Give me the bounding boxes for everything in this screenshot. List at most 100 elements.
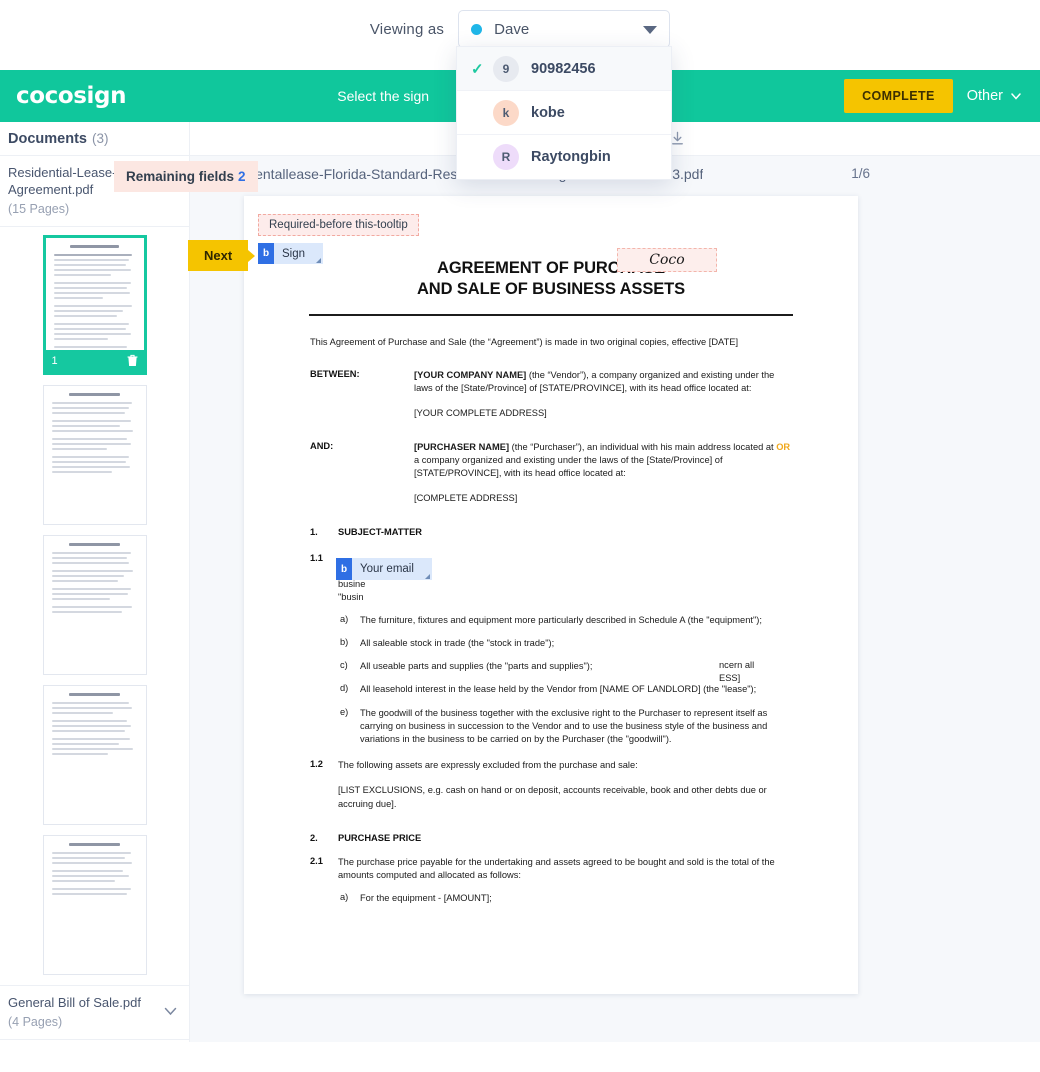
clause-2-1: 2.1 The purchase price payable for the u… — [310, 856, 792, 882]
other-menu-label: Other — [966, 88, 1003, 104]
document-entry-2[interactable]: Brand Ambassador Contract.pdf (7 Pages) — [0, 1040, 189, 1042]
thumbnail-page-number: 1 — [51, 354, 58, 367]
cocosign-logo: cocosign — [16, 83, 127, 109]
next-button[interactable]: Next — [188, 240, 256, 271]
avatar: R — [493, 144, 519, 170]
contract-title: AGREEMENT OF PURCHASE AND SALE OF BUSINE… — [244, 258, 858, 300]
between-address: [YOUR COMPLETE ADDRESS] — [414, 408, 547, 419]
list-marker: a) — [340, 892, 349, 903]
thumbnail-page-4[interactable] — [42, 684, 147, 825]
clause-1-2-number: 1.2 — [310, 759, 323, 770]
title-rule — [309, 314, 793, 317]
clause-2-1-body: The purchase price payable for the under… — [338, 856, 775, 880]
contract-intro: This Agreement of Purchase and Sale (the… — [310, 337, 739, 348]
thumbnail-page-2[interactable] — [42, 384, 147, 525]
page-indicator: 1/6 — [851, 166, 870, 181]
and-body: [PURCHASER NAME] (the “Purchaser”), an i… — [414, 441, 792, 506]
list-marker: c) — [340, 660, 348, 671]
clause-1-2-sub: [LIST EXCLUSIONS, e.g. cash on hand or o… — [338, 785, 767, 809]
clause-1-2-text: The following assets are expressly exclu… — [338, 760, 638, 771]
documents-sidebar: Residential-Lease-Agreement.pdf (15 Page… — [0, 156, 190, 1042]
field-badge: b — [336, 558, 352, 580]
document-name: General Bill of Sale.pdf — [8, 994, 141, 1010]
email-field-label: Your email — [360, 563, 414, 575]
section-1-number: 1. — [310, 527, 318, 538]
thumbnail-list: 1 — [0, 227, 189, 975]
avatar: 9 — [493, 55, 519, 82]
next-button-label: Next — [204, 248, 233, 263]
clause-1-2-body: The following assets are expressly exclu… — [338, 759, 792, 811]
thumbnail-preview — [44, 686, 146, 824]
between-lead: [YOUR COMPANY NAME] — [414, 370, 527, 381]
list-text: The furniture, fixtures and equipment mo… — [360, 614, 762, 625]
list-item-e: e) The goodwill of the business together… — [310, 707, 792, 747]
viewing-as-value: Dave — [494, 20, 530, 38]
field-badge: b — [258, 243, 274, 264]
list-text: The goodwill of the business together wi… — [360, 707, 768, 745]
email-field[interactable]: b Your email — [336, 558, 432, 580]
signature-field[interactable]: b Sign — [258, 243, 324, 264]
and-text-a: (the “Purchaser”), an individual with hi… — [509, 441, 777, 452]
viewing-as-label: Viewing as — [369, 20, 445, 38]
thumbnail-preview — [44, 386, 146, 524]
thumbnail-preview — [44, 836, 146, 974]
and-address: [COMPLETE ADDRESS] — [414, 493, 518, 504]
pdf-page-content: AGREEMENT OF PURCHASE AND SALE OF BUSINE… — [244, 258, 858, 994]
dropdown-item-2[interactable]: R Raytongbin — [457, 135, 671, 179]
thumbnail-preview — [44, 536, 146, 674]
between-block: BETWEEN: [YOUR COMPANY NAME] (the “Vendo… — [310, 369, 792, 421]
thumbnail-page-1[interactable]: 1 — [42, 234, 147, 375]
delete-icon[interactable] — [127, 354, 138, 367]
other-menu[interactable]: Other — [967, 88, 1022, 104]
section-2-heading: 2. PURCHASE PRICE — [310, 833, 792, 843]
complete-button[interactable]: COMPLETE — [844, 79, 953, 113]
user-status-dot — [471, 23, 483, 35]
and-or: OR — [776, 441, 791, 452]
thumbnail-footer: 1 — [45, 349, 144, 372]
dropdown-item-label: Raytongbin — [531, 149, 611, 165]
dropdown-item-label: kobe — [531, 104, 565, 121]
chevron-down-icon — [643, 26, 658, 34]
list-text: All leasehold interest in the lease held… — [360, 684, 757, 695]
and-label: AND: — [310, 440, 334, 451]
and-text-b: a company organized and existing under t… — [414, 454, 723, 478]
banner-message-left: Select the sign — [337, 88, 430, 104]
clause-1-2: 1.2 The following assets are expressly e… — [310, 759, 792, 811]
contract-title-line-2: AND SALE OF BUSINESS ASSETS — [416, 280, 686, 299]
dropdown-item-0[interactable]: ✓ 9 90982456 — [457, 47, 671, 91]
chevron-down-icon[interactable] — [164, 1007, 177, 1016]
clause-frag-right-2: ESS] — [719, 673, 741, 683]
resize-handle[interactable] — [424, 574, 430, 579]
clause-frag-right-1: ncern all — [719, 660, 755, 670]
remaining-fields-label: Remaining fields — [126, 169, 235, 184]
between-body: [YOUR COMPANY NAME] (the “Vendor”), a co… — [414, 369, 792, 421]
thumbnail-page-5[interactable] — [42, 834, 147, 975]
list-item-d: d) All leasehold interest in the lease h… — [310, 683, 792, 696]
list2-item-a: a) For the equipment - [AMOUNT]; — [310, 892, 792, 905]
list-marker: d) — [340, 683, 349, 694]
clause-1-1-frag-left-2: "busin — [338, 591, 364, 602]
section-1-heading: 1. SUBJECT-MATTER — [310, 527, 792, 537]
avatar: k — [493, 99, 519, 126]
dropdown-item-1[interactable]: k kobe — [457, 91, 671, 135]
contract-title-line-1: AGREEMENT OF PURCHASE — [437, 259, 665, 277]
viewing-as-dropdown[interactable]: ✓ 9 90982456 k kobe R Raytongbin — [456, 46, 672, 180]
viewing-as-select[interactable]: Dave — [458, 10, 671, 48]
thumbnail-page-3[interactable] — [42, 534, 147, 675]
list-item-a: a) The furniture, fixtures and equipment… — [310, 614, 792, 627]
list-marker: a) — [340, 613, 349, 624]
section-2-number: 2. — [310, 832, 318, 843]
clause-1-1-number: 1.1 — [310, 553, 323, 564]
documents-title: Documents — [8, 130, 87, 147]
list-text: For the equipment - [AMOUNT]; — [360, 893, 492, 904]
required-tooltip: Required-before this-tooltip — [258, 214, 419, 236]
contract-body: This Agreement of Purchase and Sale (the… — [244, 336, 858, 905]
resize-handle[interactable] — [316, 258, 322, 263]
documents-count: (3) — [91, 131, 109, 146]
list-item-b: b) All saleable stock in trade (the "sto… — [310, 637, 792, 650]
document-viewer: Rentallease-Florida-Standard-Residential… — [190, 156, 1040, 1042]
cocosign-app: Viewing as Dave ✓ 9 90982456 k kobe R Ra… — [0, 0, 1040, 1072]
document-entry-1[interactable]: General Bill of Sale.pdf (4 Pages) — [0, 984, 189, 1040]
remaining-fields-count: 2 — [238, 169, 246, 184]
documents-header: Documents (3) — [0, 121, 190, 156]
